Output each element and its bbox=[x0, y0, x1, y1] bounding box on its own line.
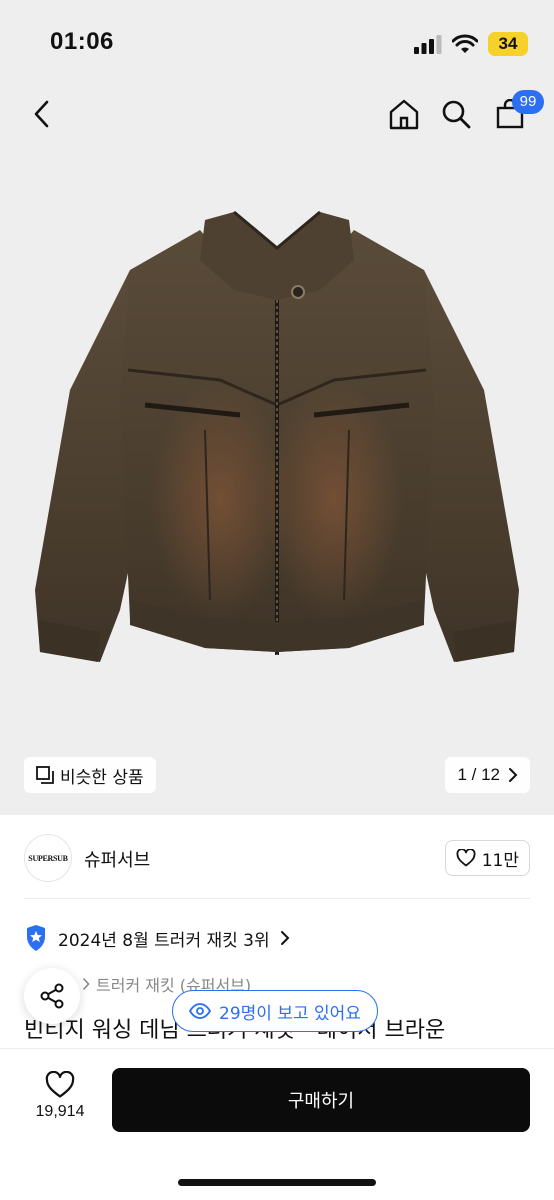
brand-logo-text: SUPERSUB bbox=[28, 853, 68, 863]
page-counter-text: 1 / 12 bbox=[457, 765, 500, 784]
wishlist-count: 19,914 bbox=[35, 1103, 85, 1120]
status-bar: 01:06 34 bbox=[0, 0, 554, 80]
brand-name[interactable]: 슈퍼서브 bbox=[84, 846, 150, 872]
home-button[interactable] bbox=[382, 86, 426, 142]
ranking-text: 2024년 8월 트러커 재킷 3위 bbox=[58, 930, 270, 951]
product-image[interactable] bbox=[0, 200, 554, 680]
search-icon bbox=[442, 100, 471, 129]
back-chevron-icon bbox=[34, 100, 49, 128]
similar-products-button[interactable]: 비슷한 상품 bbox=[24, 757, 156, 793]
cellular-signal-icon bbox=[414, 35, 442, 54]
share-icon bbox=[40, 983, 64, 1009]
cart-count-badge: 99 bbox=[512, 90, 544, 114]
brand-like-button[interactable]: 11만 bbox=[444, 840, 530, 876]
top-nav: 99 bbox=[0, 86, 554, 142]
back-button[interactable] bbox=[20, 86, 64, 142]
status-time: 01:06 bbox=[50, 28, 114, 55]
status-icons: 34 bbox=[414, 32, 528, 56]
home-icon bbox=[389, 99, 419, 130]
copy-icon bbox=[36, 766, 54, 784]
brand-row[interactable]: SUPERSUB 슈퍼서브 11만 bbox=[0, 830, 554, 886]
live-viewers-text: 29명이 보고 있어요 bbox=[219, 1003, 361, 1024]
image-page-counter[interactable]: 1 / 12 bbox=[445, 757, 530, 793]
product-image-gallery[interactable]: 01:06 34 99 비슷한 상품 1 / 12 bbox=[0, 0, 554, 815]
search-button[interactable] bbox=[434, 86, 478, 142]
battery-indicator: 34 bbox=[488, 32, 528, 56]
chevron-right-icon bbox=[280, 931, 290, 945]
cart-button[interactable]: 99 bbox=[488, 86, 544, 142]
brand-logo[interactable]: SUPERSUB bbox=[24, 834, 72, 882]
wifi-icon bbox=[452, 34, 478, 53]
brand-like-count: 11만 bbox=[481, 850, 519, 871]
ranking-link[interactable]: 2024년 8월 트러커 재킷 3위 bbox=[24, 922, 290, 954]
share-button[interactable] bbox=[24, 968, 80, 1024]
eye-icon bbox=[189, 1003, 211, 1019]
ranking-badge-icon bbox=[27, 925, 45, 951]
heart-icon bbox=[456, 849, 476, 867]
similar-products-label: 비슷한 상품 bbox=[60, 767, 144, 788]
wishlist-button[interactable]: 19,914 bbox=[24, 1071, 96, 1135]
product-detail-page: 01:06 34 99 비슷한 상품 1 / 12 SUPERSUB 슈퍼서브 … bbox=[0, 0, 554, 1200]
chevron-right-icon bbox=[82, 977, 90, 991]
live-viewers-chip: 29명이 보고 있어요 bbox=[172, 990, 378, 1032]
bottom-action-bar: 19,914 구매하기 bbox=[0, 1048, 554, 1200]
divider bbox=[24, 898, 530, 899]
heart-icon bbox=[45, 1071, 75, 1098]
chevron-right-icon bbox=[509, 768, 518, 782]
buy-button[interactable]: 구매하기 bbox=[112, 1068, 530, 1132]
home-indicator bbox=[178, 1179, 376, 1186]
